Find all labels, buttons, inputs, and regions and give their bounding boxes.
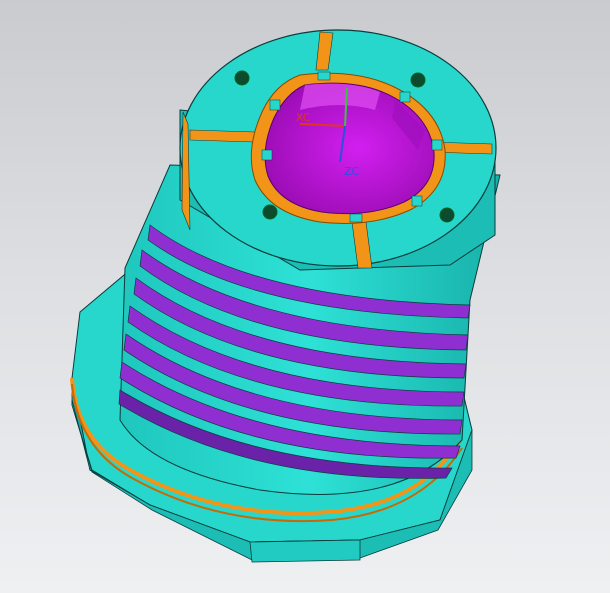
mounting-hole-3	[262, 204, 278, 220]
z-axis-label: ZC	[344, 165, 360, 178]
mounting-hole-1	[234, 70, 250, 86]
mounting-hole-2	[410, 72, 426, 88]
graphics-viewport[interactable]: XC ZC	[0, 0, 610, 593]
mounting-hole-4	[439, 207, 455, 223]
slot-left	[189, 129, 256, 143]
3d-part-model[interactable]: XC ZC	[0, 0, 610, 593]
x-axis-label: XC	[296, 111, 311, 124]
